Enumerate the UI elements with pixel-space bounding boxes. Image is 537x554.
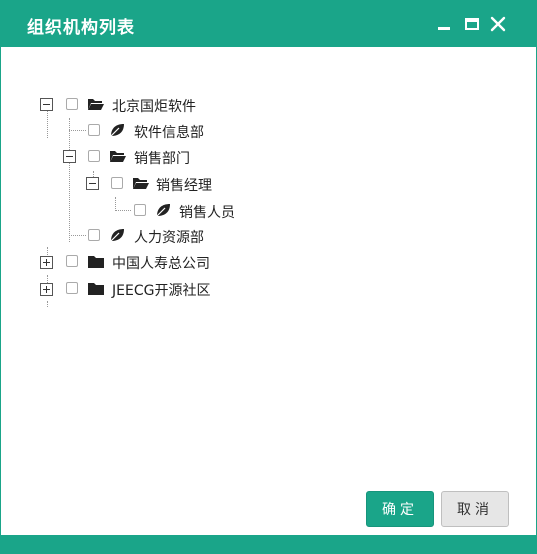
leaf-icon <box>109 227 125 243</box>
dialog-title: 组织机构列表 <box>27 18 135 38</box>
tree-connector <box>47 301 48 307</box>
tree-node-software-info: 软件信息部 <box>1 118 301 142</box>
tree-node-beijing: 北京国炬软件 <box>1 92 301 116</box>
node-label[interactable]: 销售部门 <box>134 148 190 168</box>
tree-node-sales-dept: 销售部门 <box>1 145 301 169</box>
folder-icon <box>87 281 104 297</box>
org-tree: 北京国炬软件 软件信息部 销售部门 销售经理 销售人员 人力资源部 中国人寿总公… <box>1 47 536 477</box>
leaf-icon <box>109 122 125 138</box>
node-checkbox[interactable] <box>88 124 100 136</box>
node-checkbox[interactable] <box>134 204 146 216</box>
node-checkbox[interactable] <box>88 150 100 162</box>
expand-toggle[interactable] <box>40 256 53 269</box>
node-label[interactable]: 销售经理 <box>156 175 212 195</box>
cancel-button[interactable]: 取消 <box>441 491 509 527</box>
folder-icon <box>87 254 104 270</box>
confirm-button[interactable]: 确定 <box>366 491 434 527</box>
tree-node-salesperson: 销售人员 <box>1 198 301 222</box>
tree-node-hr: 人力资源部 <box>1 223 301 247</box>
node-checkbox[interactable] <box>88 229 100 241</box>
close-icon[interactable] <box>489 15 507 33</box>
minimize-icon[interactable] <box>435 15 453 33</box>
tree-node-sales-manager: 销售经理 <box>1 172 301 196</box>
folder-open-icon <box>132 175 149 191</box>
tree-node-china-life: 中国人寿总公司 <box>1 249 301 273</box>
tree-node-jeecg: JEECG开源社区 <box>1 276 301 300</box>
node-checkbox[interactable] <box>66 282 78 294</box>
node-label[interactable]: 软件信息部 <box>134 122 204 142</box>
leaf-icon <box>155 202 171 218</box>
node-label[interactable]: 销售人员 <box>179 202 235 222</box>
node-checkbox[interactable] <box>111 177 123 189</box>
collapse-toggle[interactable] <box>63 150 76 163</box>
node-label[interactable]: 人力资源部 <box>134 227 204 247</box>
folder-open-icon <box>109 148 126 164</box>
dialog-footer-bar <box>1 535 536 553</box>
node-label[interactable]: 中国人寿总公司 <box>112 253 210 273</box>
expand-toggle[interactable] <box>40 283 53 296</box>
folder-open-icon <box>87 96 104 112</box>
node-label[interactable]: 北京国炬软件 <box>112 96 196 116</box>
collapse-toggle[interactable] <box>40 98 53 111</box>
node-label[interactable]: JEECG开源社区 <box>112 280 210 300</box>
node-checkbox[interactable] <box>66 255 78 267</box>
node-checkbox[interactable] <box>66 98 78 110</box>
org-list-dialog: 组织机构列表 北京国炬软件 软件信息部 销售部门 销售经理 销售人员 人力资源部… <box>0 0 537 554</box>
collapse-toggle[interactable] <box>86 177 99 190</box>
dialog-titlebar[interactable]: 组织机构列表 <box>1 1 536 47</box>
maximize-icon[interactable] <box>463 15 481 33</box>
